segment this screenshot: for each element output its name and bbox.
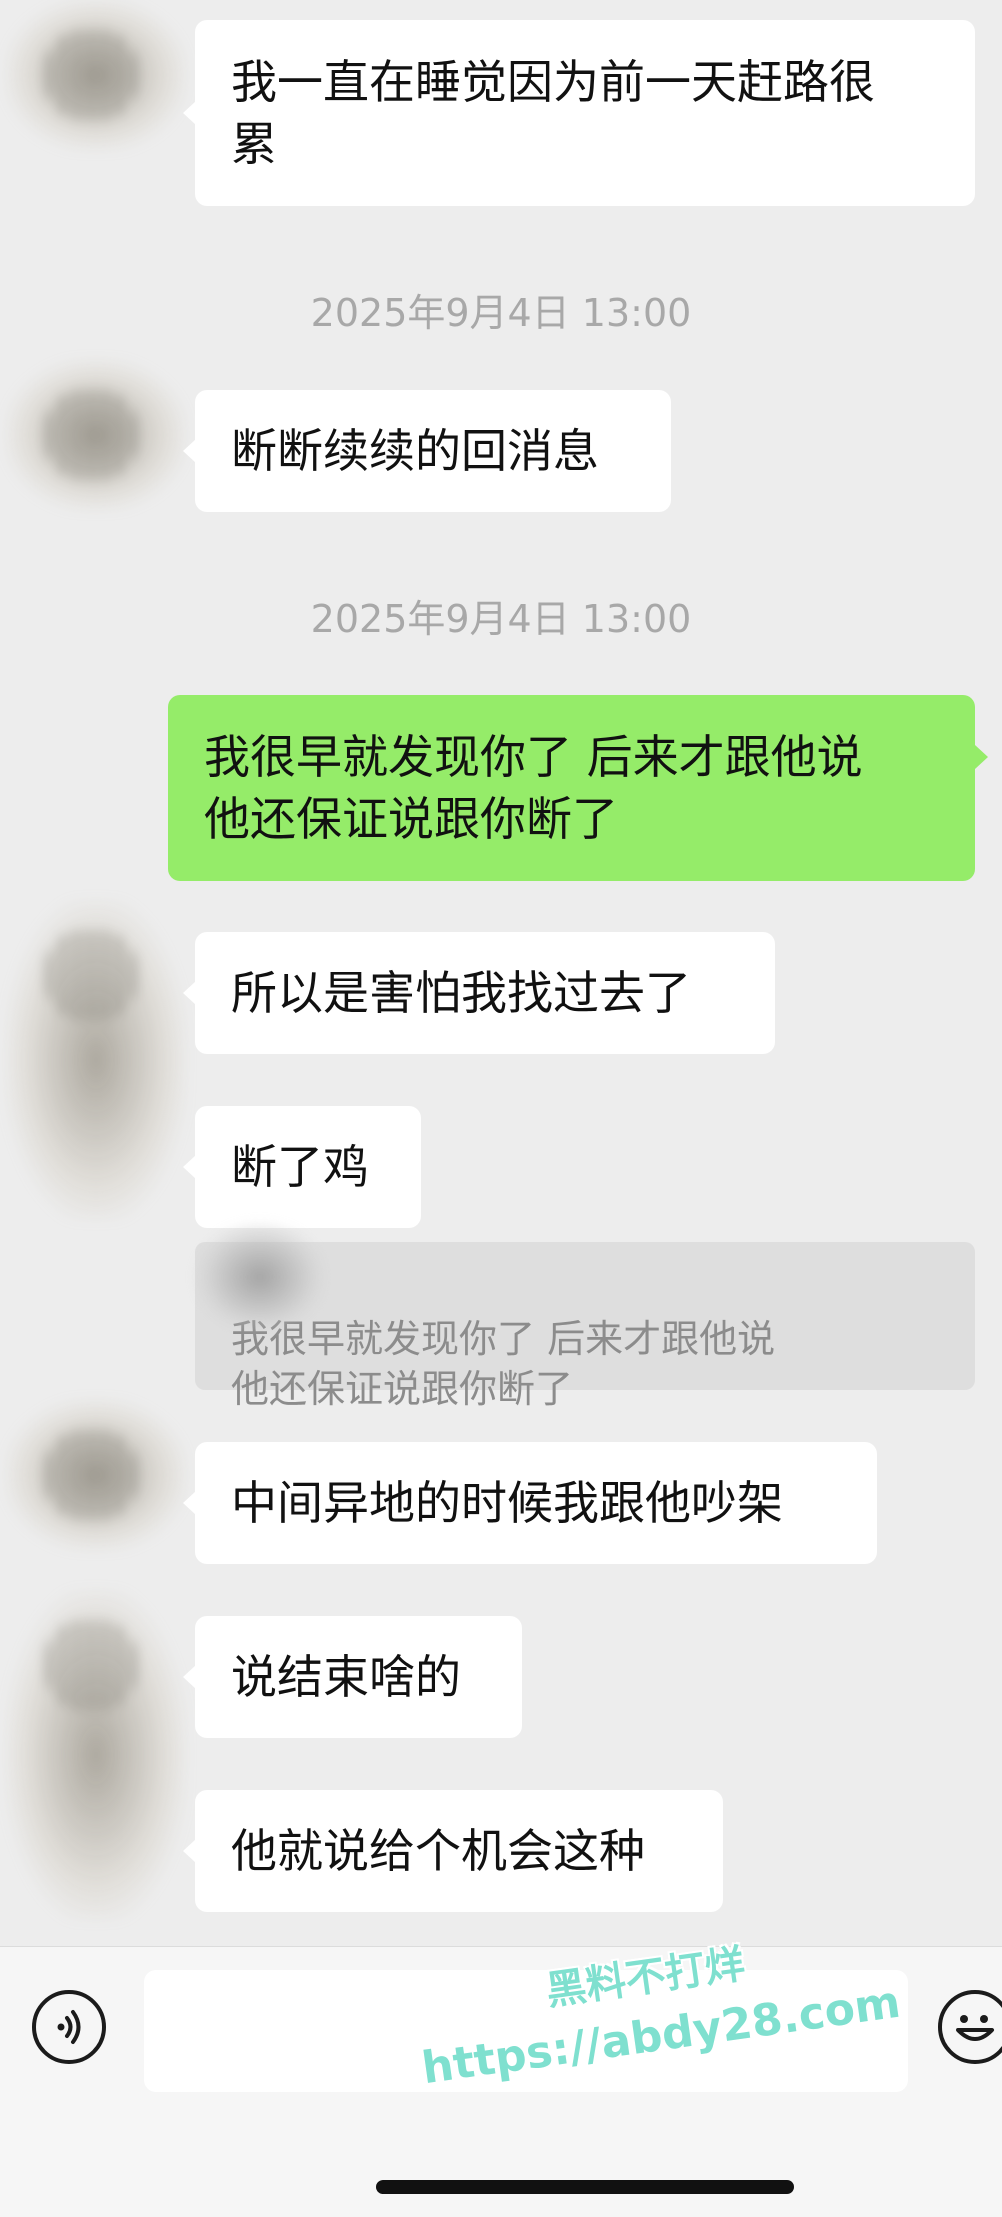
message-text: 他就说给个机会这种: [231, 1824, 645, 1878]
avatar[interactable]: [6, 900, 186, 1220]
message-bubble[interactable]: 中间异地的时候我跟他吵架: [183, 1442, 877, 1564]
message-bubble[interactable]: 断断续续的回消息: [183, 390, 671, 512]
voice-icon-glyph: [57, 2010, 81, 2044]
emoji-icon[interactable]: [938, 1990, 1002, 2064]
emoji-icon-glyph: [956, 2015, 994, 2041]
message-text: 中间异地的时候我跟他吵架: [231, 1476, 783, 1530]
message-bubble[interactable]: 断了鸡: [183, 1106, 421, 1228]
avatar[interactable]: [6, 360, 186, 510]
my-message-bubble[interactable]: 我很早就发现你了 后来才跟他说 他还保证说跟你断了: [168, 695, 988, 881]
message-text: 我很早就发现你了 后来才跟他说 他还保证说跟你断了: [204, 730, 863, 846]
timestamp: 2025年9月4日 13:00: [310, 291, 692, 335]
quote-text: 我很早就发现你了 后来才跟他说 他还保证说跟你断了: [231, 1317, 776, 1411]
message-bubble[interactable]: 他就说给个机会这种: [183, 1790, 723, 1912]
blurred-sticker: [195, 1222, 325, 1332]
timestamp: 2025年9月4日 13:00: [310, 597, 692, 641]
avatar[interactable]: [6, 1590, 186, 1920]
message-bubble[interactable]: 说结束啥的: [183, 1616, 522, 1738]
avatar[interactable]: [6, 1400, 186, 1550]
voice-icon[interactable]: [32, 1990, 106, 2064]
message-text: 断断续续的回消息: [231, 424, 599, 478]
message-bubble[interactable]: 所以是害怕我找过去了: [183, 932, 775, 1054]
message-text: 所以是害怕我找过去了: [231, 966, 691, 1020]
avatar[interactable]: [6, 0, 186, 150]
message-text: 我一直在睡觉因为前一天赶路很 累: [231, 55, 875, 171]
home-indicator[interactable]: [376, 2180, 794, 2194]
message-bubble[interactable]: 我一直在睡觉因为前一天赶路很 累: [183, 20, 975, 206]
message-text: 断了鸡: [231, 1140, 369, 1194]
message-text: 说结束啥的: [231, 1650, 461, 1704]
